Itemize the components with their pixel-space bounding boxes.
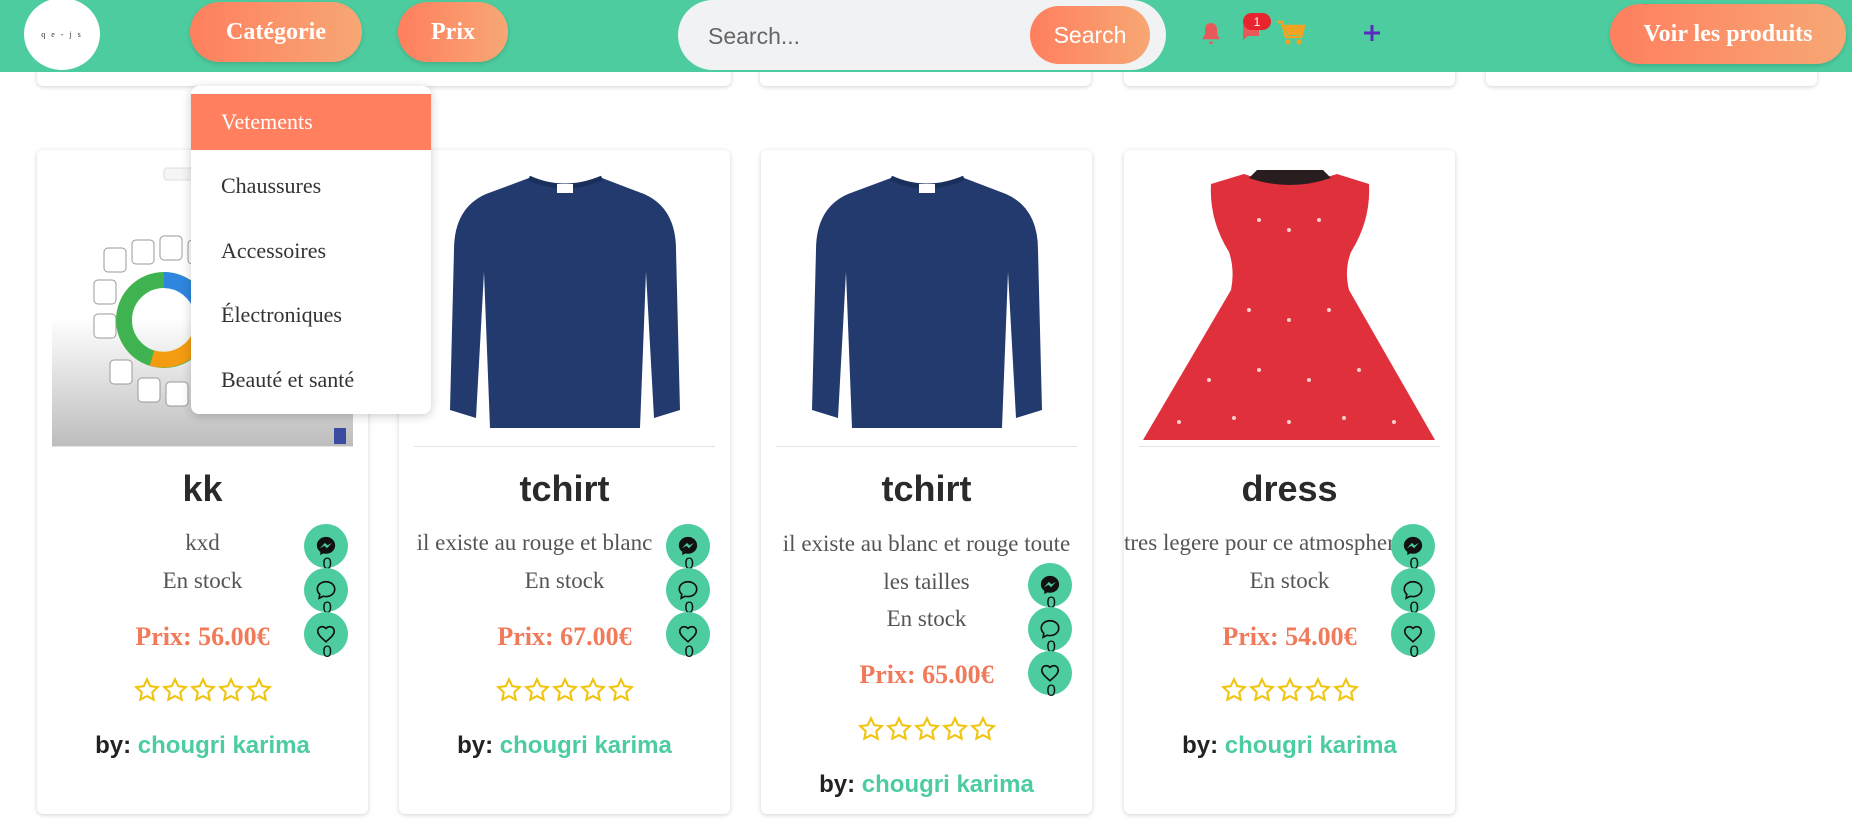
star-icon[interactable] — [941, 715, 969, 743]
star-icon[interactable] — [857, 715, 885, 743]
product-name: tchirt — [881, 468, 972, 509]
rating-stars[interactable] — [761, 715, 1092, 751]
product-card[interactable]: dress tres legere pour ce atmosphere En … — [1124, 150, 1455, 814]
search-button[interactable]: Search — [1030, 6, 1150, 64]
like-count: 0 — [1409, 642, 1419, 661]
site-logo[interactable]: q e - j s — [24, 0, 100, 70]
author-prefix: by: — [95, 732, 132, 759]
plus-icon[interactable] — [1357, 18, 1387, 48]
star-icon[interactable] — [495, 676, 523, 704]
author-name-link[interactable]: chougri karima — [138, 732, 310, 759]
star-icon[interactable] — [523, 676, 551, 704]
product-name: dress — [1241, 468, 1338, 509]
author-prefix: by: — [457, 732, 494, 759]
category-item-beaute-sante[interactable]: Beauté et santé — [191, 352, 431, 408]
star-icon[interactable] — [245, 676, 273, 704]
notification-badge: 1 — [1243, 13, 1271, 30]
category-button[interactable]: Catégorie — [190, 2, 362, 62]
product-card[interactable]: tchirt il existe au rouge et blanc En st… — [399, 150, 730, 814]
rating-stars[interactable] — [37, 676, 368, 712]
star-icon[interactable] — [189, 676, 217, 704]
like-count: 0 — [684, 642, 694, 661]
product-image[interactable] — [414, 160, 715, 447]
star-icon[interactable] — [885, 715, 913, 743]
top-navbar: q e - j s Catégorie Prix Search 1 Voir l… — [0, 0, 1852, 72]
star-icon[interactable] — [913, 715, 941, 743]
star-icon[interactable] — [1220, 676, 1248, 704]
product-author: by: chougri karima — [1124, 732, 1455, 760]
like-count: 0 — [1046, 681, 1056, 700]
product-author: by: chougri karima — [37, 732, 368, 760]
category-item-vetements[interactable]: Vetements — [191, 94, 431, 150]
price-button[interactable]: Prix — [398, 2, 508, 62]
star-icon[interactable] — [1304, 676, 1332, 704]
star-icon[interactable] — [161, 676, 189, 704]
star-icon[interactable] — [579, 676, 607, 704]
product-card[interactable]: tchirt il existe au blanc et rouge toute… — [761, 150, 1092, 814]
author-prefix: by: — [819, 771, 856, 798]
search-input[interactable] — [706, 14, 1040, 58]
product-name: tchirt — [519, 468, 610, 509]
category-dropdown: Vetements Chaussures Accessoires Électro… — [191, 86, 431, 414]
product-image[interactable] — [776, 160, 1077, 447]
author-name-link[interactable]: chougri karima — [1225, 732, 1397, 759]
product-name: kk — [182, 468, 223, 509]
product-author: by: chougri karima — [399, 732, 730, 760]
category-item-electroniques[interactable]: Électroniques — [191, 287, 431, 343]
star-icon[interactable] — [969, 715, 997, 743]
author-name-link[interactable]: chougri karima — [500, 732, 672, 759]
author-prefix: by: — [1182, 732, 1219, 759]
category-item-accessoires[interactable]: Accessoires — [191, 223, 431, 279]
product-image[interactable] — [1139, 160, 1440, 447]
rating-stars[interactable] — [399, 676, 730, 712]
cart-icon[interactable] — [1276, 18, 1306, 48]
author-name-link[interactable]: chougri karima — [862, 771, 1034, 798]
star-icon[interactable] — [1248, 676, 1276, 704]
view-products-button[interactable]: Voir les produits — [1610, 4, 1846, 64]
rating-stars[interactable] — [1124, 676, 1455, 712]
category-item-chaussures[interactable]: Chaussures — [191, 158, 431, 214]
product-author: by: chougri karima — [761, 771, 1092, 799]
star-icon[interactable] — [551, 676, 579, 704]
star-icon[interactable] — [133, 676, 161, 704]
star-icon[interactable] — [1332, 676, 1360, 704]
like-count: 0 — [322, 642, 332, 661]
star-icon[interactable] — [607, 676, 635, 704]
star-icon[interactable] — [1276, 676, 1304, 704]
bell-icon[interactable] — [1196, 18, 1226, 48]
star-icon[interactable] — [217, 676, 245, 704]
